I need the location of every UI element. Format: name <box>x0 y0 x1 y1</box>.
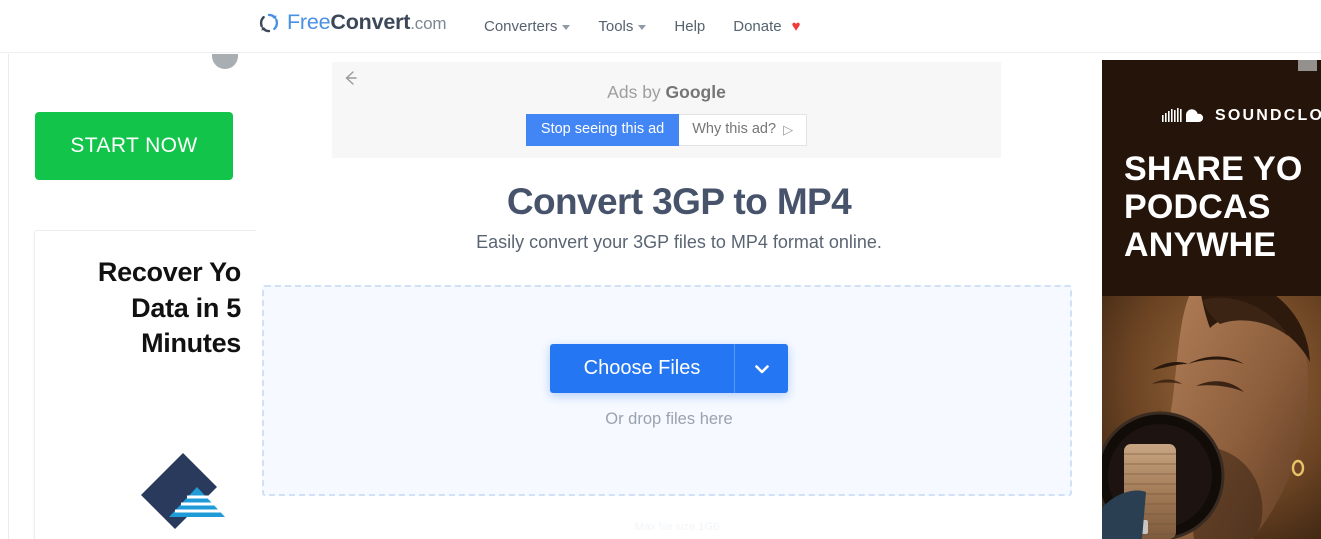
logo-text-convert: Convert <box>330 10 411 35</box>
nav-item-donate[interactable]: Donate ♥ <box>733 19 818 34</box>
soundcloud-wordmark: SOUNDCLO <box>1215 107 1321 124</box>
chevron-down-icon <box>562 24 571 30</box>
soundcloud-headline-line-2: PODCAS <box>1124 188 1271 227</box>
nav-label-tools: Tools <box>598 17 634 35</box>
adchoices-triangle-icon: ▷ <box>783 122 794 138</box>
page-subtitle: Easily convert your 3GP files to MP4 for… <box>476 232 882 252</box>
page-title: Convert 3GP to MP4 <box>506 181 852 222</box>
site-logo[interactable]: FreeConvert.com <box>258 6 447 40</box>
left-ad-card[interactable]: Recover Yo Data in 5 Minutes <box>34 230 256 539</box>
nav-item-tools[interactable]: Tools <box>598 19 664 34</box>
file-dropzone[interactable]: Choose Files Or drop files here <box>262 285 1072 496</box>
microphone-photo-illustration <box>1102 296 1321 539</box>
left-ad-column: START NOW Recover Yo Data in 5 Minutes <box>8 54 256 539</box>
choose-files-group: Choose Files <box>549 344 789 393</box>
left-ad-headline: Recover Yo Data in 5 Minutes <box>35 255 241 362</box>
ads-by-google-label: Ads by Google <box>332 82 1001 102</box>
logo-text-com: .com <box>410 14 447 34</box>
choose-files-button[interactable]: Choose Files <box>549 344 735 393</box>
person-with-microphone-photo <box>1102 296 1321 539</box>
pyramid-stripes-logo-icon <box>141 453 225 529</box>
heart-icon: ♥ <box>791 17 801 35</box>
chevron-down-icon <box>755 364 769 373</box>
ad-action-buttons: Stop seeing this ad Why this ad? ▷ <box>332 114 1001 146</box>
left-ad-headline-line-3: Minutes <box>141 328 241 359</box>
nav-label-help: Help <box>674 17 706 35</box>
drop-files-hint: Or drop files here <box>605 410 733 428</box>
logo-text-free: Free <box>287 10 331 35</box>
nav-item-help[interactable]: Help <box>674 19 723 34</box>
soundcloud-ad-headline: SHARE YO PODCAS ANYWHE <box>1124 150 1321 264</box>
soundcloud-headline-line-3: ANYWHE <box>1124 226 1277 265</box>
nav-item-converters[interactable]: Converters <box>484 19 588 34</box>
main-navigation: Converters Tools Help Donate ♥ <box>484 11 819 41</box>
main-content: Ads by Google Stop seeing this ad Why th… <box>256 54 1102 539</box>
left-ad-headline-line-2: Data in 5 <box>131 292 241 323</box>
right-ad-column: SOUNDCLO SHARE YO PODCAS ANYWHE <box>1102 54 1321 539</box>
why-this-ad-button[interactable]: Why this ad? ▷ <box>679 114 808 146</box>
google-ads-overlay: Ads by Google Stop seeing this ad Why th… <box>332 62 1001 158</box>
stop-seeing-this-ad-button[interactable]: Stop seeing this ad <box>525 114 680 146</box>
soundcloud-headline-line-1: SHARE YO <box>1124 150 1303 188</box>
soundcloud-ad-banner[interactable]: SOUNDCLO SHARE YO PODCAS ANYWHE <box>1102 60 1321 539</box>
choose-files-dropdown-button[interactable] <box>734 344 789 393</box>
site-header: FreeConvert.com Converters Tools Help Do… <box>0 0 1321 53</box>
google-wordmark: Google <box>665 82 726 102</box>
chevron-down-icon <box>638 24 647 30</box>
why-this-ad-label: Why this ad? <box>692 121 777 137</box>
ads-by-prefix: Ads by <box>607 82 666 102</box>
logo-text: FreeConvert.com <box>287 10 447 35</box>
soundcloud-brand-row: SOUNDCLO <box>1162 106 1321 126</box>
refresh-circle-icon <box>259 13 279 33</box>
max-file-size-hint: Max file size 1GB. <box>634 521 724 533</box>
nav-label-donate: Donate <box>733 17 782 35</box>
page-root: FreeConvert.com Converters Tools Help Do… <box>0 0 1321 539</box>
adchoices-badge-icon[interactable] <box>1298 60 1317 71</box>
nav-label-converters: Converters <box>484 17 558 35</box>
left-ad-headline-line-1: Recover Yo <box>97 257 241 287</box>
adchoices-badge-icon[interactable] <box>212 54 238 69</box>
choose-files-wrapper: Choose Files <box>264 344 1074 393</box>
soundcloud-cloud-icon <box>1162 108 1204 122</box>
start-now-button[interactable]: START NOW <box>35 112 233 180</box>
